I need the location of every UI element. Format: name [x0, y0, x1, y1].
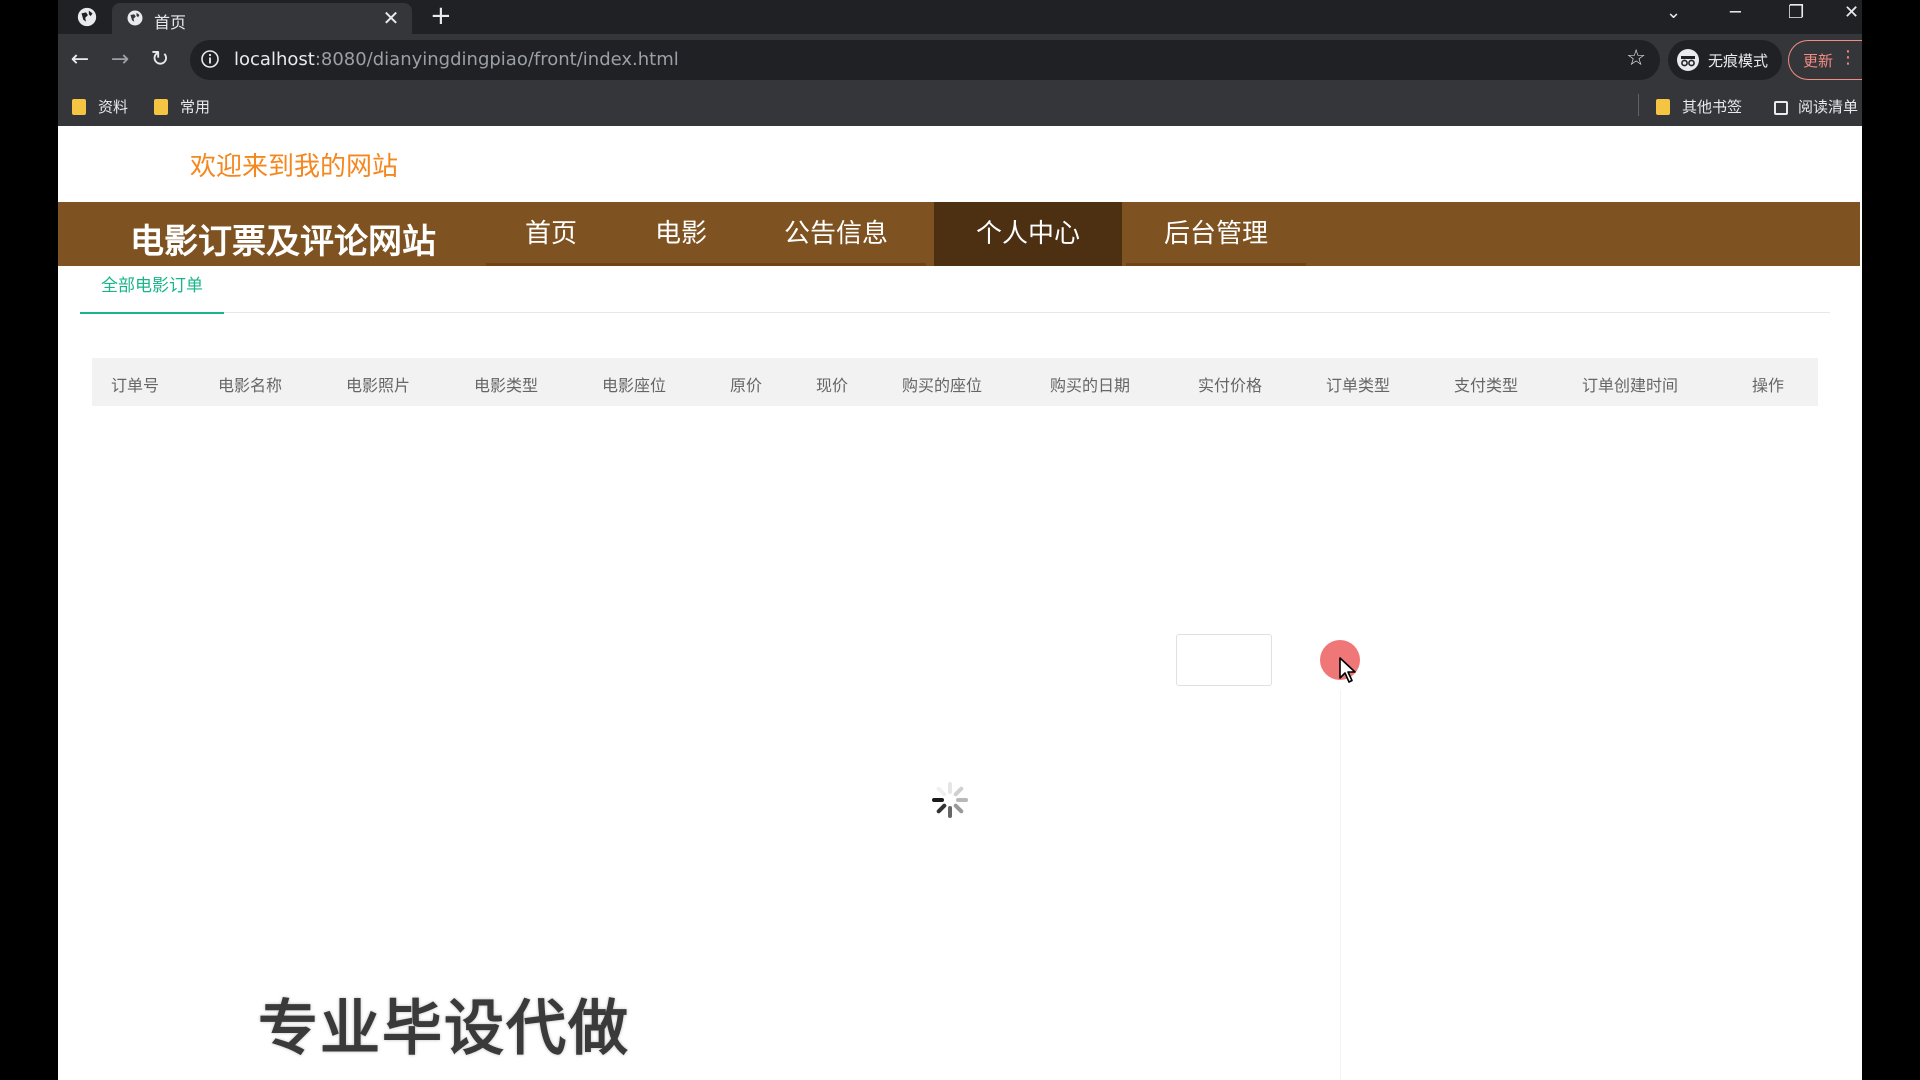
tab-home[interactable]: 首页 ✕ [112, 3, 412, 34]
nav-personal-center[interactable]: 个人中心 [934, 202, 1122, 266]
tab-title: 首页 [154, 13, 187, 32]
site-brand: 电影订票及评论网站 [130, 222, 436, 262]
address-bar[interactable]: localhost:8080/dianyingdingpiao/front/in… [190, 40, 1660, 80]
window-close-icon[interactable]: ✕ [1844, 2, 1859, 23]
browser-window: 首页 ✕ + ⌄ ─ ❐ ✕ ← → ↻ localhost:8080/dian… [58, 0, 1862, 1080]
bookmark-divider [1638, 94, 1639, 116]
col-purchased-seat: 购买的座位 [902, 376, 983, 395]
menu-dots-icon[interactable]: ⋮ [1839, 47, 1857, 68]
main-nav: 电影订票及评论网站 首页 电影 公告信息 个人中心 后台管理 [58, 202, 1860, 266]
empty-box[interactable] [1176, 634, 1272, 686]
nav-movies[interactable]: 电影 [616, 202, 746, 266]
col-created-time: 订单创建时间 [1582, 376, 1679, 395]
col-order-id: 订单号 [111, 376, 160, 395]
update-button[interactable]: 更新 ⋮ [1788, 40, 1862, 80]
folder-icon [1656, 99, 1670, 115]
cursor-icon [1339, 657, 1356, 683]
tab-all-orders[interactable]: 全部电影订单 [80, 268, 224, 314]
reading-list[interactable]: 阅读清单 [1774, 96, 1858, 117]
bookmarks-bar: 资料 常用 其他书签 阅读清单 [58, 86, 1862, 126]
forward-arrow-icon[interactable]: → [104, 44, 136, 76]
divider-line [1340, 690, 1341, 1080]
nav-home[interactable]: 首页 [486, 202, 616, 266]
folder-icon [154, 99, 168, 115]
browser-toolbar: ← → ↻ localhost:8080/dianyingdingpiao/fr… [58, 34, 1862, 86]
col-purchase-date: 购买的日期 [1050, 376, 1131, 395]
col-movie-photo: 电影照片 [346, 376, 411, 395]
bookmark-folder-ziliao[interactable]: 资料 [72, 96, 128, 117]
bookmark-star-icon[interactable]: ☆ [1626, 46, 1646, 71]
restore-icon[interactable]: ❐ [1788, 2, 1804, 23]
chevron-down-icon[interactable]: ⌄ [1666, 2, 1681, 23]
nav-admin[interactable]: 后台管理 [1126, 202, 1306, 266]
incognito-icon [1677, 49, 1699, 71]
col-paid-price: 实付价格 [1198, 376, 1263, 395]
col-movie-seat: 电影座位 [602, 376, 667, 395]
folder-icon [72, 99, 86, 115]
info-icon[interactable] [200, 49, 220, 69]
col-original-price: 原价 [730, 376, 763, 395]
subtab-bar: 全部电影订单 [80, 268, 1830, 314]
col-current-price: 现价 [816, 376, 849, 395]
bookmark-folder-changyong[interactable]: 常用 [154, 96, 210, 117]
globe-icon [77, 7, 97, 27]
col-actions: 操作 [1752, 376, 1785, 395]
reload-icon[interactable]: ↻ [144, 44, 176, 76]
minimize-icon[interactable]: ─ [1730, 2, 1741, 23]
welcome-text: 欢迎来到我的网站 [190, 152, 399, 182]
reading-list-icon [1774, 101, 1788, 115]
orders-table-header: 订单号 电影名称 电影照片 电影类型 电影座位 原价 现价 购买的座位 购买的日… [92, 358, 1818, 406]
watermark-text: 专业毕设代做 [258, 994, 630, 1064]
tab-strip: 首页 ✕ + ⌄ ─ ❐ ✕ [58, 0, 1862, 34]
new-tab-button[interactable]: + [430, 1, 452, 31]
other-bookmarks[interactable]: 其他书签 [1656, 96, 1742, 117]
url-text: localhost:8080/dianyingdingpiao/front/in… [234, 49, 679, 70]
close-icon[interactable]: ✕ [380, 6, 402, 30]
nav-announcements[interactable]: 公告信息 [746, 202, 926, 266]
back-arrow-icon[interactable]: ← [64, 44, 96, 76]
incognito-indicator[interactable]: 无痕模式 [1668, 40, 1782, 80]
loading-spinner-icon [932, 782, 968, 818]
col-movie-name: 电影名称 [218, 376, 283, 395]
incognito-label: 无痕模式 [1708, 52, 1769, 70]
col-movie-type: 电影类型 [474, 376, 539, 395]
update-label: 更新 [1803, 52, 1834, 70]
globe-icon [127, 10, 143, 26]
col-order-type: 订单类型 [1326, 376, 1391, 395]
col-payment-type: 支付类型 [1454, 376, 1519, 395]
